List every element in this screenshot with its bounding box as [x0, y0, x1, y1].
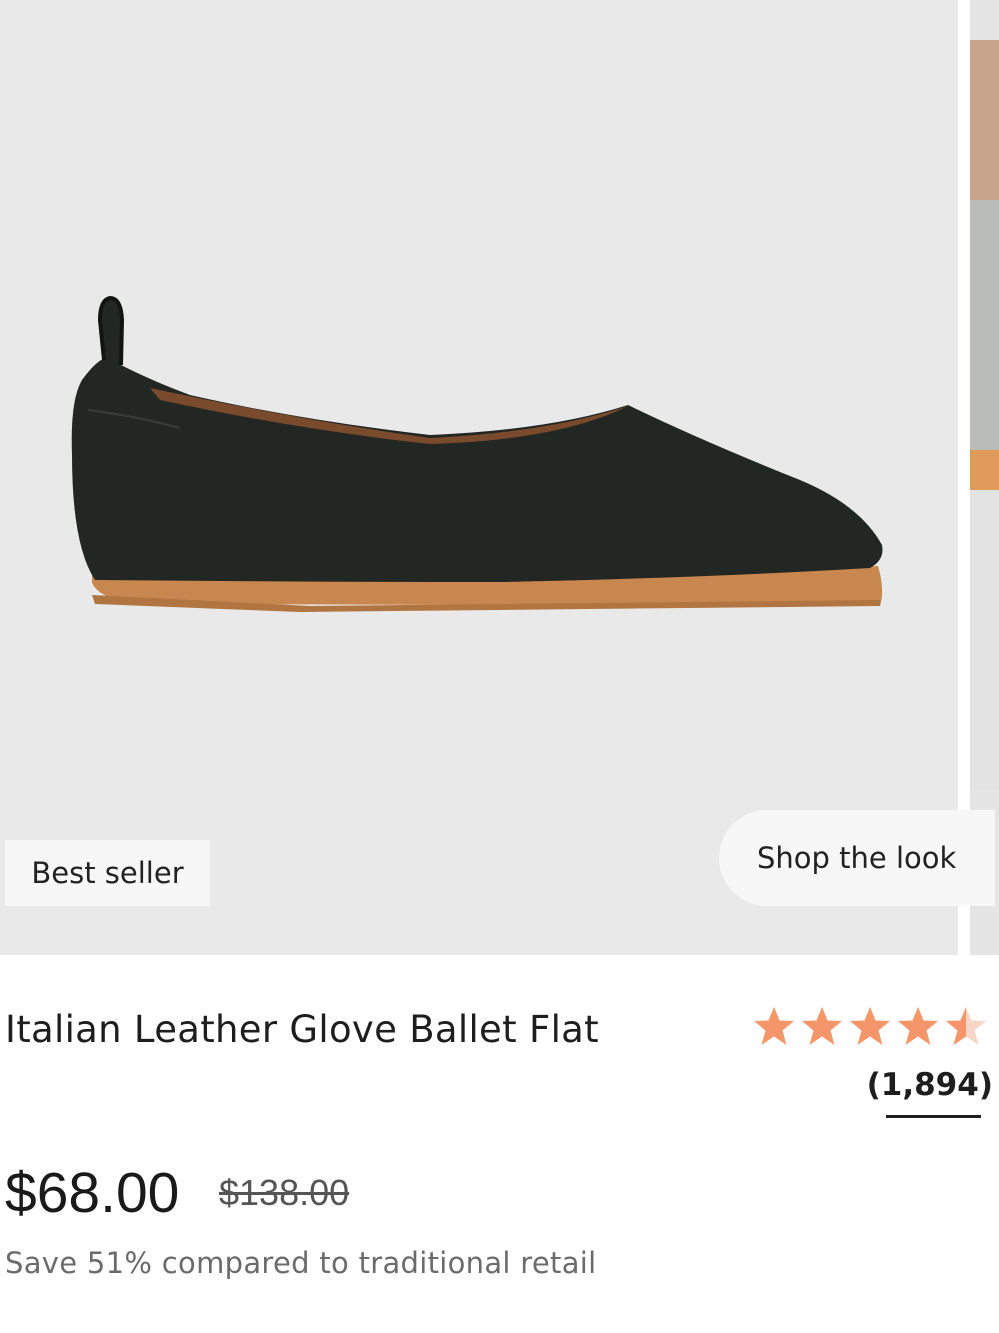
star-icon — [802, 1007, 842, 1045]
half-star-icon — [946, 1007, 986, 1045]
star-icon — [754, 1007, 794, 1045]
shop-the-look-button[interactable]: Shop the look — [719, 810, 995, 906]
best-seller-badge: Best seller — [5, 840, 210, 906]
review-count-underline — [886, 1115, 981, 1118]
rating-widget[interactable]: (1,894) — [750, 1003, 999, 1123]
sale-price: $68.00 — [5, 1161, 180, 1225]
product-title[interactable]: Italian Leather Glove Ballet Flat — [5, 1008, 599, 1051]
original-price: $138.00 — [219, 1172, 350, 1213]
star-rating — [750, 1003, 990, 1051]
star-icon — [850, 1007, 890, 1045]
savings-text: Save 51% compared to traditional retail — [5, 1246, 597, 1280]
product-image-carousel[interactable]: Best seller Shop the look — [0, 0, 999, 955]
review-count-link[interactable]: (1,894) — [867, 1067, 993, 1103]
product-card: Best seller Shop the look Italian Leathe… — [0, 0, 999, 1333]
star-icon — [898, 1007, 938, 1045]
